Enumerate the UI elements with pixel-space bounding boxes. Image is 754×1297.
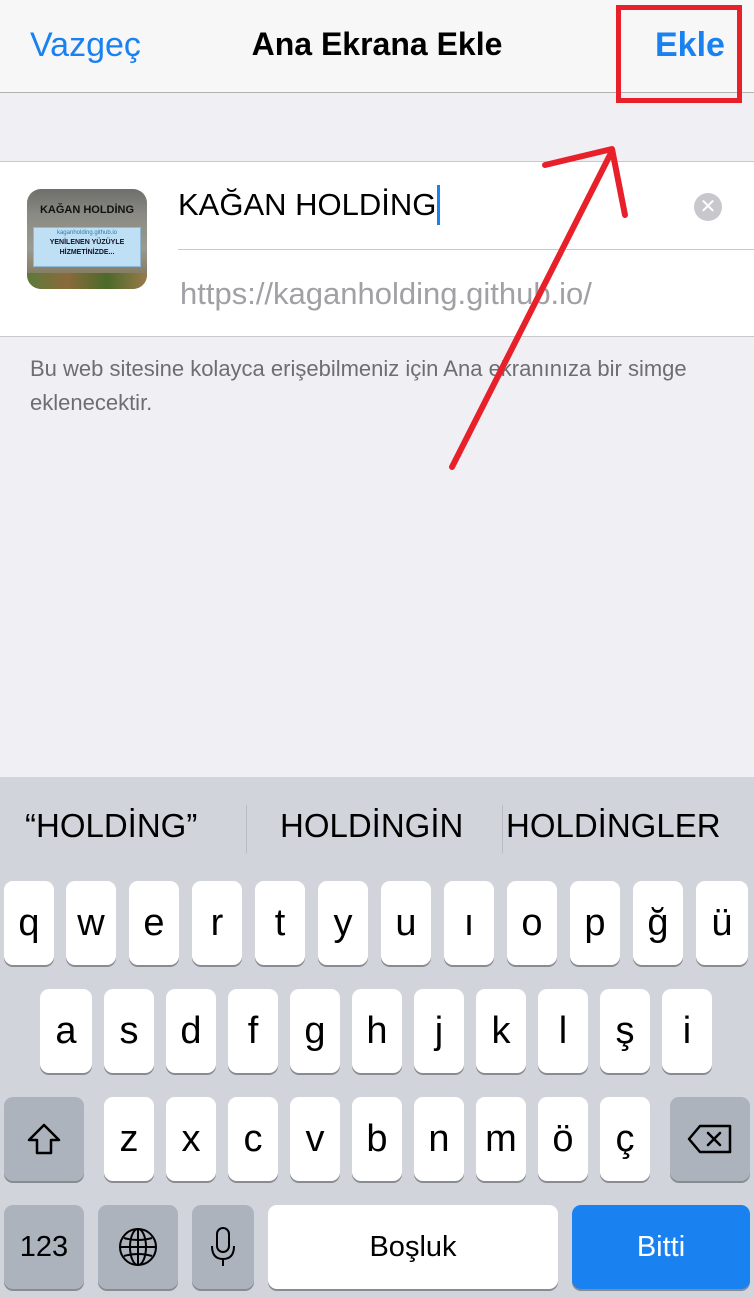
cancel-button[interactable]: Vazgeç	[30, 26, 141, 65]
key-g-breve[interactable]: ğ	[633, 881, 683, 965]
suggestion-item[interactable]: “HOLDİNG”	[25, 807, 197, 845]
space-key-label: Boşluk	[369, 1230, 457, 1263]
key-k[interactable]: k	[476, 989, 526, 1073]
thumbnail-title: KAĞAN HOLDİNG	[39, 204, 135, 216]
done-key-label: Bitti	[636, 1230, 686, 1263]
key-c-cedilla[interactable]: ç	[600, 1097, 650, 1181]
key-m[interactable]: m	[476, 1097, 526, 1181]
key-q[interactable]: q	[4, 881, 54, 965]
key-u-umlaut[interactable]: ü	[696, 881, 748, 965]
key-o-umlaut[interactable]: ö	[538, 1097, 588, 1181]
key-z[interactable]: z	[104, 1097, 154, 1181]
keyboard: “HOLDİNG” HOLDİNGİN HOLDİNGLER q w e r t…	[0, 777, 754, 1297]
key-v[interactable]: v	[290, 1097, 340, 1181]
field-divider	[178, 249, 754, 250]
key-b[interactable]: b	[352, 1097, 402, 1181]
microphone-icon	[211, 1227, 235, 1266]
clear-text-icon[interactable]: ✕	[694, 193, 722, 221]
thumbnail-line-2: HİZMETİNİZDE...	[59, 249, 115, 256]
suggestion-item[interactable]: HOLDİNGLER	[506, 807, 721, 845]
key-n[interactable]: n	[414, 1097, 464, 1181]
backspace-icon	[687, 1124, 732, 1154]
key-s[interactable]: s	[104, 989, 154, 1073]
thumbnail-ground	[27, 273, 147, 289]
key-w[interactable]: w	[66, 881, 116, 965]
backspace-key[interactable]	[670, 1097, 750, 1181]
key-h[interactable]: h	[352, 989, 402, 1073]
bookmark-card: KAĞAN HOLDİNG kaganholding.github.io YEN…	[0, 161, 754, 337]
key-s-cedilla[interactable]: ş	[600, 989, 650, 1073]
key-l[interactable]: l	[538, 989, 588, 1073]
bookmark-name-field[interactable]: KAĞAN HOLDİNG	[178, 180, 678, 230]
suggestion-separator	[502, 805, 503, 853]
key-j[interactable]: j	[414, 989, 464, 1073]
key-a[interactable]: a	[40, 989, 92, 1073]
bookmark-url: https://kaganholding.github.io/	[180, 276, 592, 311]
thumbnail-url: kaganholding.github.io	[56, 230, 118, 236]
space-key[interactable]: Boşluk	[268, 1205, 558, 1289]
key-g[interactable]: g	[290, 989, 340, 1073]
suggestion-item[interactable]: HOLDİNGİN	[280, 807, 463, 845]
key-t[interactable]: t	[255, 881, 305, 965]
shift-key[interactable]	[4, 1097, 84, 1181]
annotation-highlight-box	[616, 5, 742, 103]
key-dotless-i[interactable]: ı	[444, 881, 494, 965]
globe-icon	[119, 1228, 157, 1266]
thumbnail-banner: kaganholding.github.io YENİLENEN YÜZÜYLE…	[33, 227, 141, 267]
site-thumbnail: KAĞAN HOLDİNG kaganholding.github.io YEN…	[27, 189, 147, 289]
dictation-key[interactable]	[192, 1205, 254, 1289]
globe-key[interactable]	[98, 1205, 178, 1289]
key-r[interactable]: r	[192, 881, 242, 965]
text-cursor	[437, 185, 441, 225]
numbers-key[interactable]: 123	[4, 1205, 84, 1289]
key-f[interactable]: f	[228, 989, 278, 1073]
key-p[interactable]: p	[570, 881, 620, 965]
shift-icon	[27, 1123, 61, 1155]
bookmark-name-value: KAĞAN HOLDİNG	[178, 187, 437, 222]
key-i[interactable]: i	[662, 989, 712, 1073]
key-o[interactable]: o	[507, 881, 557, 965]
key-d[interactable]: d	[166, 989, 216, 1073]
thumbnail-line-1: YENİLENEN YÜZÜYLE	[49, 239, 125, 246]
key-y[interactable]: y	[318, 881, 368, 965]
key-u[interactable]: u	[381, 881, 431, 965]
key-c[interactable]: c	[228, 1097, 278, 1181]
numbers-key-label: 123	[19, 1230, 69, 1263]
info-footnote: Bu web sitesine kolayca erişebilmeniz iç…	[30, 356, 687, 415]
suggestion-separator	[246, 805, 247, 853]
key-e[interactable]: e	[129, 881, 179, 965]
suggestion-bar: “HOLDİNG” HOLDİNGİN HOLDİNGLER	[0, 777, 754, 877]
key-x[interactable]: x	[166, 1097, 216, 1181]
done-key[interactable]: Bitti	[572, 1205, 750, 1289]
